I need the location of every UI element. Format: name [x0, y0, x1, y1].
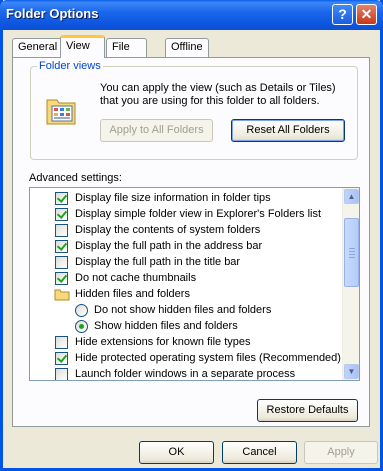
ok-button[interactable]: OK	[139, 441, 214, 464]
window-title: Folder Options	[6, 6, 99, 21]
checkbox[interactable]	[55, 224, 68, 237]
checkbox[interactable]	[55, 352, 68, 365]
checkbox[interactable]	[55, 368, 68, 380]
tab-general[interactable]: General	[12, 38, 64, 57]
help-button[interactable]: ?	[332, 4, 353, 25]
list-item-label: Show hidden files and folders	[94, 320, 238, 332]
reset-all-folders-button[interactable]: Reset All Folders	[231, 119, 345, 142]
radio-button[interactable]	[75, 320, 88, 333]
advanced-settings-list[interactable]: Display file size information in folder …	[29, 187, 360, 381]
list-item-label: Do not show hidden files and folders	[94, 304, 272, 316]
apply-to-all-folders-button[interactable]: Apply to All Folders	[100, 119, 213, 142]
folder-views-icon	[46, 99, 76, 125]
apply-button[interactable]: Apply	[304, 441, 378, 464]
list-item-label: Display simple folder view in Explorer's…	[75, 208, 322, 220]
tab-offline-files[interactable]: Offline Files	[165, 38, 209, 70]
checkbox[interactable]	[55, 272, 68, 285]
list-item-label: Display the full path in the address bar	[75, 240, 263, 252]
tab-file-types[interactable]: File Types	[106, 38, 148, 70]
scroll-up-button[interactable]: ▲	[344, 189, 359, 204]
folder-icon	[54, 289, 70, 301]
checkbox[interactable]	[55, 192, 68, 205]
restore-defaults-button[interactable]: Restore Defaults	[257, 399, 358, 422]
checkbox[interactable]	[55, 336, 68, 349]
folder-views-description: You can apply the view (such as Details …	[100, 82, 336, 107]
close-button[interactable]: ✕	[356, 4, 377, 25]
list-item-label: Hidden files and folders	[75, 288, 190, 300]
folder-options-dialog: Folder Options ? ✕ General View File Typ…	[0, 0, 383, 471]
vertical-scrollbar[interactable]: ▲ ▼	[342, 188, 359, 380]
list-item-label: Hide protected operating system files (R…	[75, 352, 341, 364]
advanced-settings-label: Advanced settings:	[29, 172, 122, 184]
list-item-label: Hide extensions for known file types	[75, 336, 251, 348]
list-item-label: Display the full path in the title bar	[75, 256, 241, 268]
radio-button[interactable]	[75, 304, 88, 317]
checkbox[interactable]	[55, 240, 68, 253]
tab-view[interactable]: View	[60, 35, 105, 58]
scroll-down-button[interactable]: ▼	[344, 364, 359, 379]
list-item-label: Display the contents of system folders	[75, 224, 261, 236]
checkbox[interactable]	[55, 256, 68, 269]
checkbox[interactable]	[55, 208, 68, 221]
view-tab-panel: Folder views You can apply the view (suc…	[12, 57, 370, 427]
cancel-button[interactable]: Cancel	[222, 441, 297, 464]
list-item-label: Display file size information in folder …	[75, 192, 271, 204]
folder-views-title: Folder views	[37, 60, 103, 72]
folder-views-group: Folder views You can apply the view (suc…	[30, 60, 358, 160]
list-item-label: Do not cache thumbnails	[75, 272, 197, 284]
title-bar[interactable]: Folder Options ? ✕	[0, 0, 383, 30]
list-item-label: Launch folder windows in a separate proc…	[75, 368, 296, 380]
scroll-thumb[interactable]	[344, 218, 359, 287]
